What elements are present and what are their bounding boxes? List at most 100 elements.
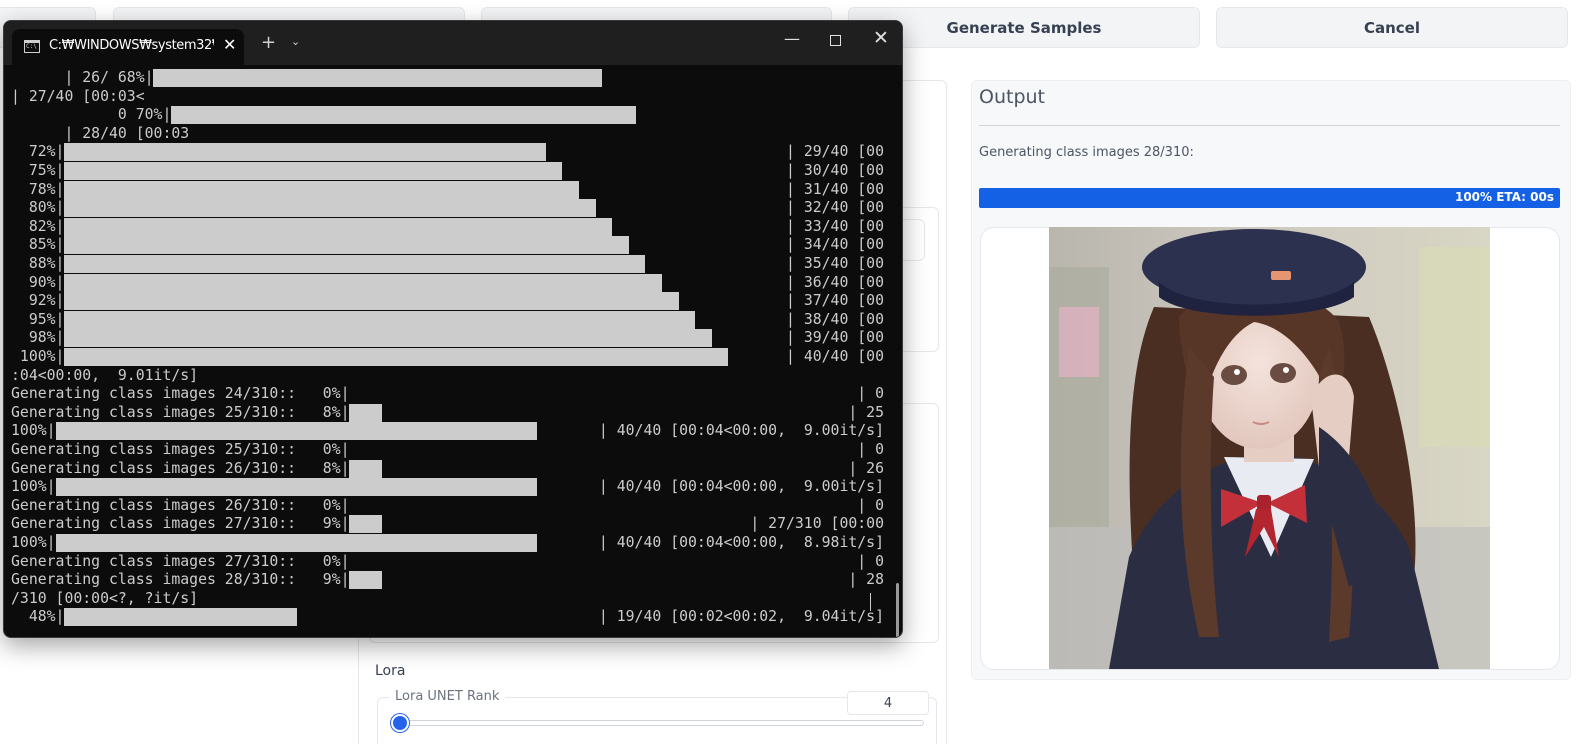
- progress-bar-fill: [64, 162, 563, 180]
- terminal-line-tail: | 0: [857, 496, 884, 514]
- terminal-line-tail: | 0: [857, 441, 884, 458]
- progress-bar-fill: [64, 310, 696, 329]
- terminal-tab-title: C:₩WINDOWS₩system32₩cm: [49, 38, 214, 53]
- terminal-line: Generating class images 27/310:: 0%|: [11, 552, 350, 570]
- terminal-line-tail: | 35/40 [00: [786, 255, 884, 272]
- terminal-line: 80%|: [11, 199, 65, 217]
- output-status: Generating class images 28/310:: [979, 145, 1194, 160]
- terminal-line: Generating class images 28/310:: 9%|: [11, 571, 350, 589]
- minimize-icon[interactable]: —: [784, 29, 800, 48]
- progress-bar-fill: [349, 459, 383, 478]
- progress-bar-fill: [64, 199, 596, 218]
- terminal-line-tail: | 40/40 [00: [786, 348, 884, 365]
- progress-bar-fill: [64, 329, 712, 348]
- terminal-line: /310 [00:00<?, ?it/s]: [11, 589, 199, 607]
- terminal-line: 85%|: [11, 236, 65, 254]
- terminal-line: | 26/ 68%|: [11, 69, 154, 86]
- terminal-line: Generating class images 25/310:: 0%|: [11, 441, 350, 458]
- lora-unet-rank-input[interactable]: 4: [847, 691, 929, 715]
- output-progress-bar: 100% ETA: 00s: [979, 188, 1560, 208]
- terminal-line-tail: | 30/40 [00: [786, 162, 884, 179]
- terminal-line: | 28/40 [00:03: [11, 124, 190, 142]
- output-title: Output: [979, 86, 1045, 108]
- cancel-button[interactable]: Cancel: [1216, 7, 1568, 48]
- terminal-line: 92%|: [11, 292, 65, 310]
- terminal-line: :04<00:00, 9.01it/s]: [11, 366, 199, 384]
- terminal-line: 88%|: [11, 255, 65, 272]
- terminal-line-tail: | 36/40 [00: [786, 273, 884, 291]
- progress-bar-fill: [64, 236, 629, 255]
- progress-bar-fill: [64, 273, 662, 292]
- progress-bar-fill: [55, 534, 537, 552]
- progress-bar-fill: [153, 69, 602, 87]
- terminal-line-tail: | 31/40 [00: [786, 180, 884, 198]
- terminal-line: Generating class images 27/310:: 9%|: [11, 515, 350, 533]
- terminal-line-tail: | 32/40 [00: [786, 199, 884, 217]
- terminal-line: Generating class images 26/310:: 0%|: [11, 496, 350, 514]
- lora-section-label: Lora: [375, 663, 406, 679]
- terminal-tab[interactable]: C:\ C:₩WINDOWS₩system32₩cm ✕: [12, 29, 244, 65]
- terminal-line-tail: | 34/40 [00: [786, 236, 884, 254]
- progress-bar-fill: [64, 217, 613, 236]
- progress-bar-fill: [64, 180, 579, 199]
- terminal-line: Generating class images 26/310:: 8%|: [11, 459, 350, 477]
- chevron-down-icon[interactable]: ⌄: [291, 35, 300, 48]
- new-tab-icon[interactable]: +: [261, 33, 276, 53]
- terminal-line-tail: | 29/40 [00: [786, 143, 884, 161]
- progress-bar-fill: [55, 478, 537, 497]
- terminal-line: Generating class images 24/310:: 0%|: [11, 385, 350, 403]
- progress-bar-fill: [64, 608, 297, 627]
- terminal-line-tail: | 26: [848, 459, 884, 477]
- lora-unet-rank-slider-thumb[interactable]: [391, 714, 409, 732]
- output-progress-label: 100% ETA: 00s: [1454, 190, 1554, 204]
- terminal-line: 78%|: [11, 180, 65, 198]
- terminal-line-tail: | 40/40 [00:04<00:00, 8.98it/s]: [598, 534, 884, 551]
- terminal-output[interactable]: | 26/ 68%| | 27/40 [00:03< 0 70%| | 28/40…: [4, 65, 902, 637]
- progress-bar-fill: [55, 422, 537, 441]
- progress-bar-fill: [64, 255, 646, 273]
- terminal-line: 0 70%|: [11, 106, 172, 124]
- output-divider: [979, 125, 1560, 126]
- progress-bar-fill: [64, 348, 729, 366]
- terminal-line-tail: | 0: [857, 385, 884, 403]
- terminal-line: 72%|: [11, 143, 65, 161]
- terminal-line-tail: | 38/40 [00: [786, 310, 884, 328]
- terminal-line: 98%|: [11, 329, 65, 347]
- terminal-line-tail: | 33/40 [00: [786, 217, 884, 235]
- lora-unet-rank-label: Lora UNET Rank: [389, 689, 506, 704]
- close-icon[interactable]: ✕: [873, 27, 889, 49]
- terminal-line-tail: | 39/40 [00: [786, 329, 884, 347]
- lora-unet-rank-slider[interactable]: [392, 720, 924, 726]
- terminal-line-tail: | 19/40 [00:02<00:02, 9.04it/s]: [598, 608, 884, 626]
- progress-bar-fill: [349, 403, 383, 422]
- maximize-icon[interactable]: [830, 35, 841, 46]
- terminal-line-tail: | 28: [848, 571, 884, 589]
- progress-bar-fill: [349, 571, 383, 590]
- progress-bar-fill: [349, 515, 383, 534]
- terminal-titlebar[interactable]: C:\ C:₩WINDOWS₩system32₩cm ✕ + ⌄ — ✕: [4, 21, 902, 65]
- tab-close-icon[interactable]: ✕: [223, 35, 236, 54]
- terminal-line: 82%|: [11, 217, 65, 235]
- progress-bar-fill: [171, 106, 636, 125]
- terminal-line-tail: | 25: [848, 403, 884, 421]
- terminal-line-tail: | 40/40 [00:04<00:00, 9.00it/s]: [598, 422, 884, 440]
- terminal-line: 100%|: [11, 534, 56, 551]
- progress-bar-fill: [64, 143, 546, 162]
- screen: Generate Samples Cancel Lora Lora UNET R…: [0, 0, 1592, 744]
- terminal-line-tail: | 0: [857, 552, 884, 570]
- terminal-scrollbar[interactable]: [896, 583, 899, 637]
- terminal-line: 100%|: [11, 348, 65, 365]
- terminal-line: | 27/40 [00:03<: [11, 87, 145, 105]
- anime-girl-image: [1049, 227, 1490, 669]
- terminal-line-tail: | 40/40 [00:04<00:00, 9.00it/s]: [598, 478, 884, 496]
- terminal-line: 100%|: [11, 478, 56, 496]
- generated-image[interactable]: [1049, 227, 1490, 669]
- terminal-line-tail: | 27/310 [00:00: [750, 515, 884, 533]
- terminal-line-tail: | 37/40 [00: [786, 292, 884, 310]
- terminal-window[interactable]: C:\ C:₩WINDOWS₩system32₩cm ✕ + ⌄ — ✕ | 2…: [3, 20, 903, 638]
- terminal-line: 95%|: [11, 310, 65, 328]
- terminal-line: 90%|: [11, 273, 65, 291]
- cmd-icon: C:\: [24, 40, 40, 53]
- terminal-line: 48%|: [11, 608, 65, 626]
- terminal-line: Generating class images 25/310:: 8%|: [11, 403, 350, 421]
